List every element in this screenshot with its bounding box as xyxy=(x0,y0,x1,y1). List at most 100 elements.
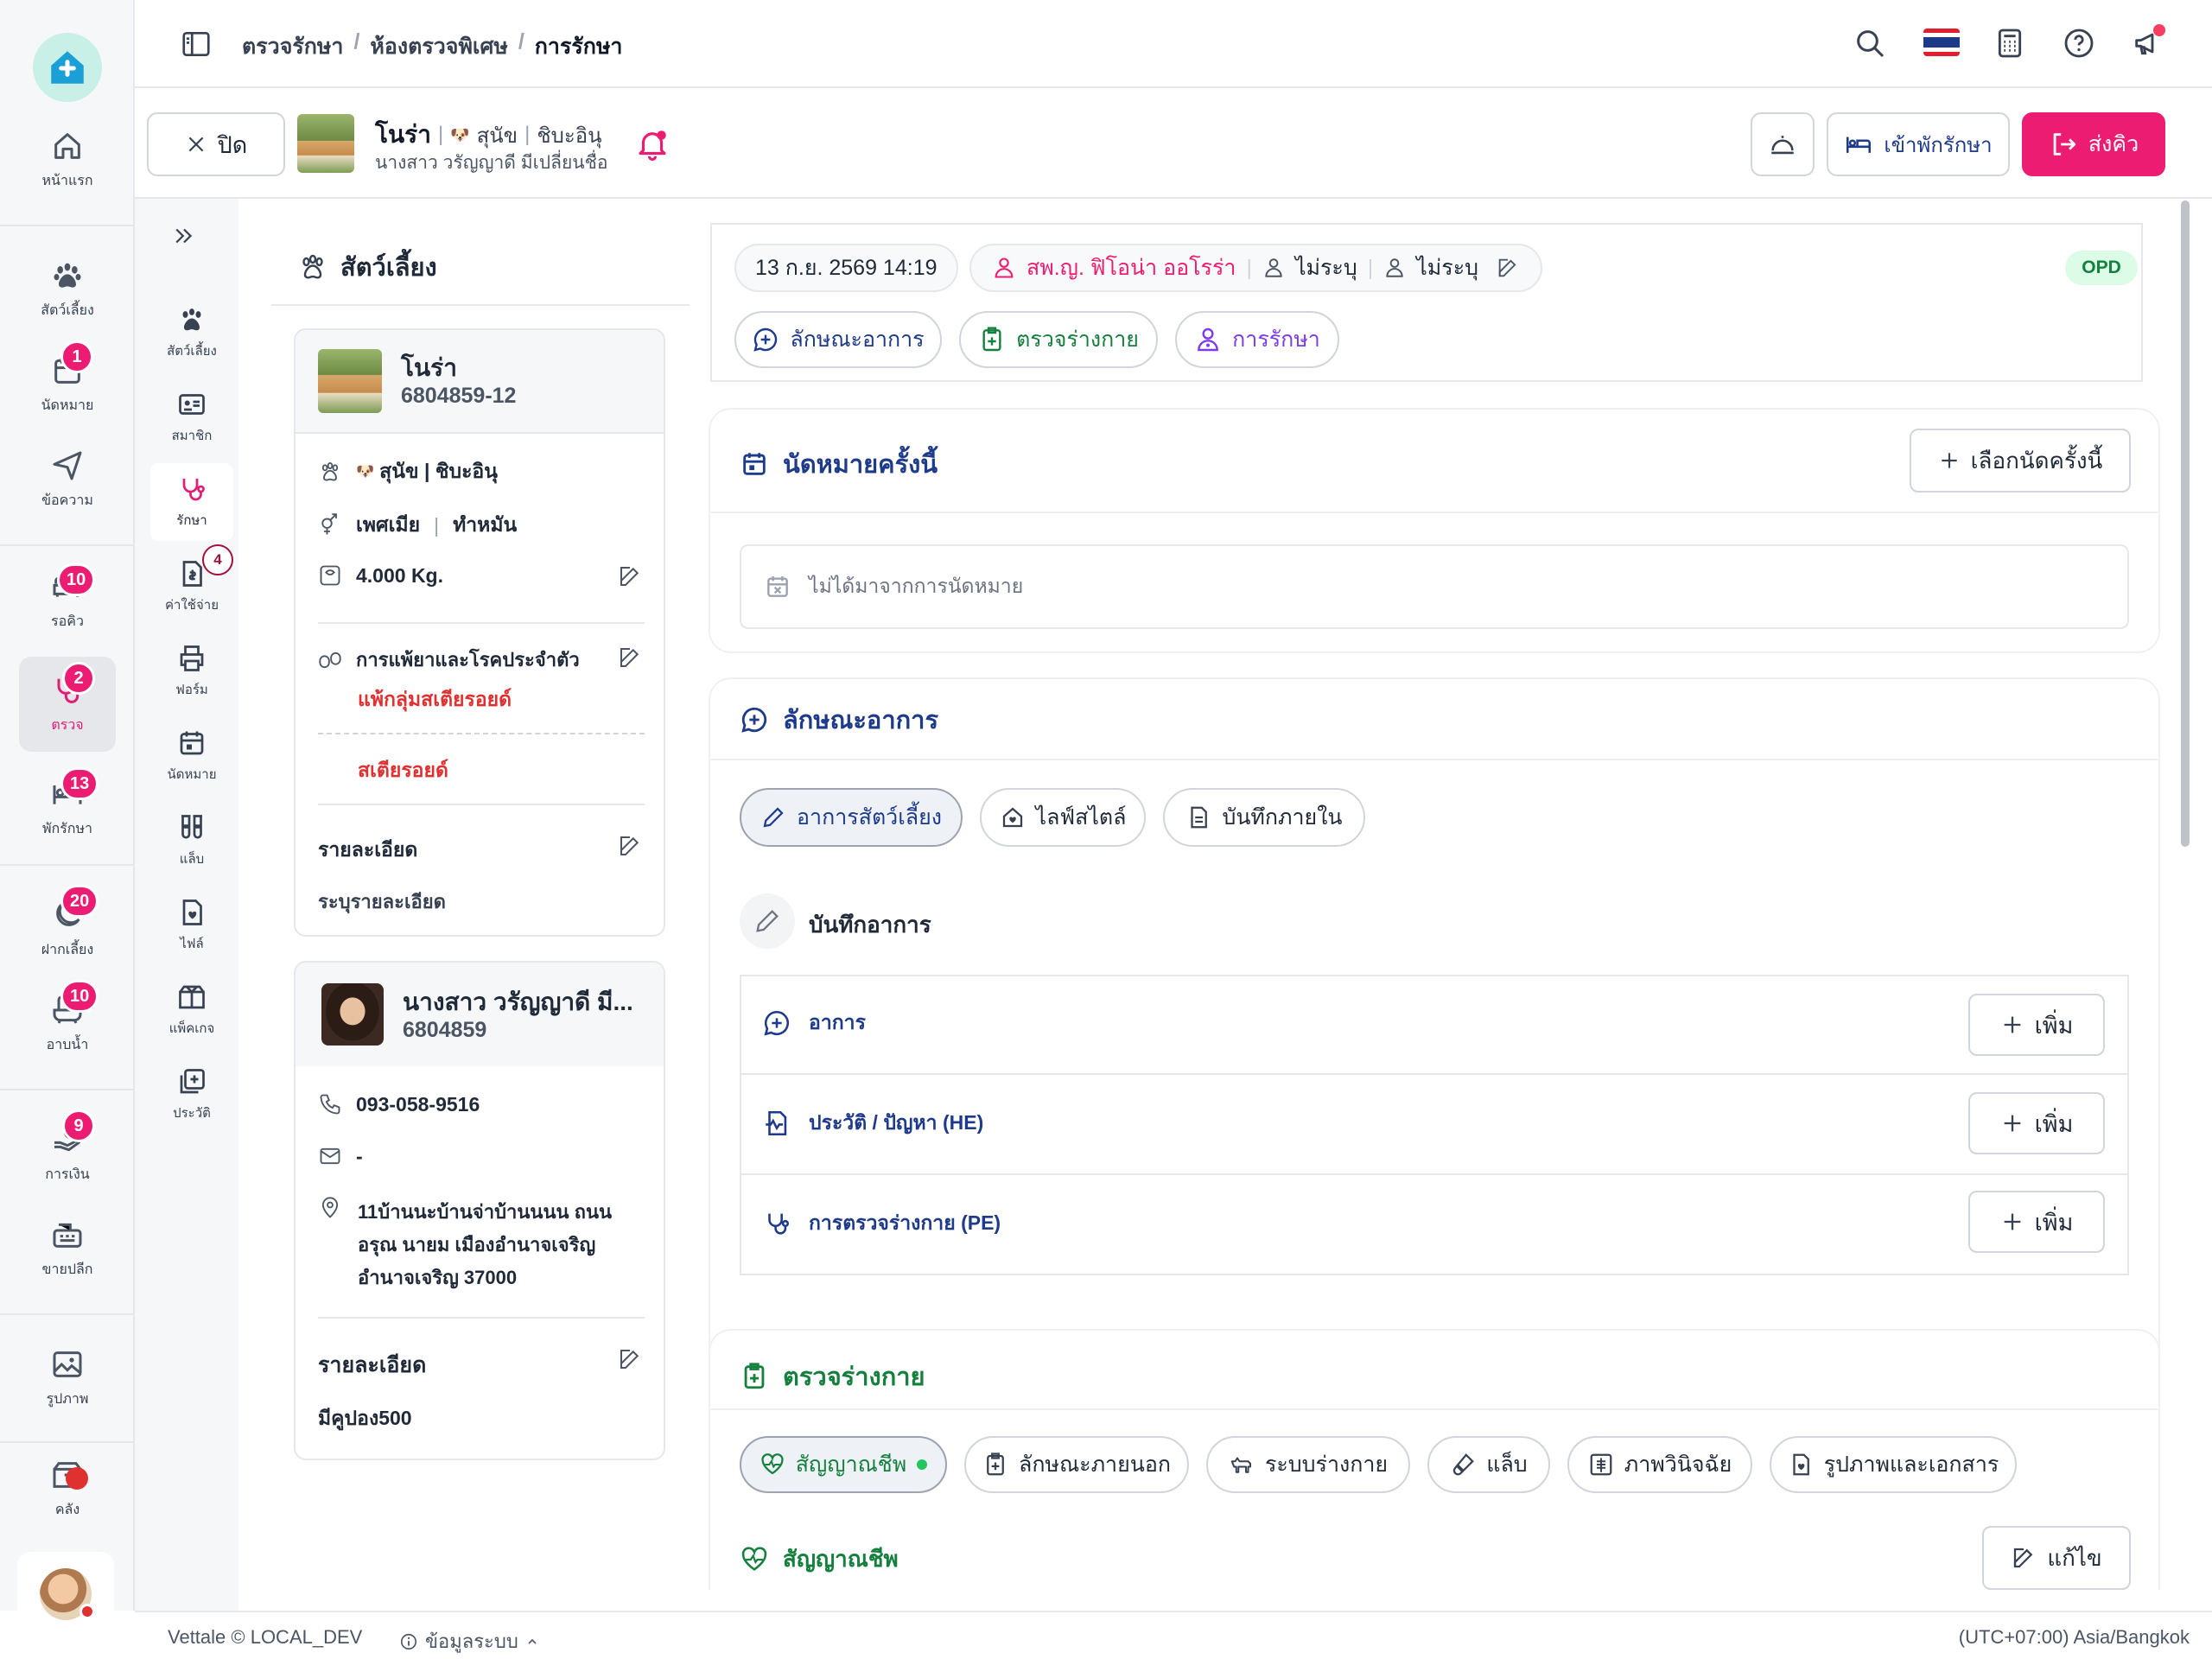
rail-item-retail[interactable]: ขายปลีก xyxy=(0,1201,135,1296)
subnav-label: ฟอร์ม xyxy=(175,683,208,697)
rail-label: ตรวจ xyxy=(51,717,84,733)
info-icon xyxy=(400,1633,417,1649)
edit-detail-icon[interactable] xyxy=(617,833,643,859)
rail-item-home[interactable]: หน้าแรก xyxy=(0,112,135,207)
announcement-icon[interactable] xyxy=(2131,24,2165,60)
subnav-lab[interactable]: แล็บ xyxy=(150,802,233,880)
exam-title: ตรวจร่างกาย xyxy=(740,1357,925,1396)
scale-icon xyxy=(320,565,340,586)
close-icon xyxy=(188,137,204,152)
owner-info-card: นางสาว วรัญญาดี มี... 6804859 093-058-95… xyxy=(294,961,665,1460)
tab-pet-symptoms[interactable]: อาการสัตว์เลี้ยง xyxy=(740,788,963,847)
calculator-icon[interactable] xyxy=(1993,26,2027,60)
pet-panel-title-text: สัตว์เลี้ยง xyxy=(340,254,437,282)
edit-icon xyxy=(1498,258,1516,277)
system-info-toggle[interactable]: ข้อมูลระบบ xyxy=(399,1626,539,1656)
breadcrumb-item[interactable]: ห้องตรวจพิเศษ xyxy=(370,29,507,64)
user-avatar[interactable] xyxy=(17,1552,114,1637)
clipboard-plus-icon xyxy=(982,327,1001,352)
rail-item-inventory[interactable]: คลัง xyxy=(0,1443,135,1535)
tab-images-docs[interactable]: รูปภาพและเอกสาร xyxy=(1770,1436,2017,1493)
vital-signs-title-text: สัญญาณชีพ xyxy=(783,1546,899,1572)
rail-item-queue[interactable]: รอคิว 10 xyxy=(0,553,135,648)
heart-pulse-icon xyxy=(761,1453,784,1475)
plus-icon xyxy=(2004,1213,2020,1230)
edit-icon xyxy=(2014,1548,2033,1568)
image-icon xyxy=(53,1351,82,1377)
subnav-packages[interactable]: แพ็คเกจ xyxy=(150,971,233,1049)
add-history-button[interactable]: เพิ่ม xyxy=(1968,1092,2105,1154)
record-sub-nav: สัตว์เลี้ยง สมาชิก รักษา ค่าใช้จ่าย 4 ฟอ… xyxy=(135,199,238,1611)
tab-label: ระบบร่างกาย xyxy=(1264,1452,1389,1477)
assistant-2: ไม่ระบุ xyxy=(1416,256,1479,280)
edit-owner-detail-icon[interactable] xyxy=(617,1346,643,1372)
pill-label: ตรวจร่างกาย xyxy=(1016,327,1139,352)
rail-item-images[interactable]: รูปภาพ xyxy=(0,1331,135,1426)
edit-allergy-icon[interactable] xyxy=(617,645,643,671)
rail-item-boarding[interactable]: ฝากเลี้ยง 20 xyxy=(0,881,135,976)
service-bell-button[interactable] xyxy=(1751,112,1815,176)
tab-internal-notes[interactable]: บันทึกภายใน xyxy=(1163,788,1365,847)
add-symptom-button[interactable]: เพิ่ม xyxy=(1968,994,2105,1056)
badge-count: 9 xyxy=(62,1109,95,1142)
app-logo[interactable] xyxy=(33,33,102,102)
physical-exam-section: ตรวจร่างกาย สัญญาณชีพ ลักษณะภายนอก ระบบร… xyxy=(709,1329,2160,1590)
subnav-pets[interactable]: สัตว์เลี้ยง xyxy=(150,294,233,372)
rail-item-exam[interactable]: ตรวจ 2 xyxy=(19,657,116,752)
badge-count: 4 xyxy=(202,544,233,575)
owner-phone[interactable]: 093-058-9516 xyxy=(356,1093,480,1116)
stethoscope-icon xyxy=(182,479,205,501)
subnav-label: ประวัติ xyxy=(173,1106,211,1121)
subnav-history[interactable]: ประวัติ xyxy=(150,1056,233,1134)
rail-item-finance[interactable]: การเงิน 9 xyxy=(0,1106,135,1201)
visit-staff[interactable]: สพ.ญ. ฟิโอน่า ออโรร่า | ไม่ระบุ | ไม่ระบ… xyxy=(969,244,1543,292)
help-icon[interactable] xyxy=(2062,26,2096,60)
visit-datetime[interactable]: 13 ก.ย. 2569 14:19 xyxy=(734,244,958,292)
sidebar-toggle-icon[interactable] xyxy=(180,28,213,60)
search-icon[interactable] xyxy=(1853,26,1887,60)
paw-icon xyxy=(321,462,339,481)
jump-treatment-button[interactable]: การรักษา xyxy=(1175,311,1339,368)
edit-weight-icon[interactable] xyxy=(617,563,643,589)
symptom-record-list: อาการ เพิ่ม ประวัติ / ปัญหา (HE) เพิ่ม ก… xyxy=(740,975,2129,1275)
breadcrumb-item[interactable]: ตรวจรักษา xyxy=(242,29,343,64)
tab-imaging[interactable]: ภาพวินิจฉัย xyxy=(1567,1436,1752,1493)
subnav-treatment[interactable]: รักษา xyxy=(150,463,233,541)
subnav-member[interactable]: สมาชิก xyxy=(150,378,233,456)
main-scrollbar[interactable] xyxy=(2181,200,2190,847)
patient-bar: ปิด โนร่า | 🐶 สุนัข | ชิบะอินุ นางสาว วร… xyxy=(135,88,2212,199)
tab-lifestyle[interactable]: ไลฟ์สไตล์ xyxy=(980,788,1146,847)
rail-label: ขายปลีก xyxy=(41,1262,93,1277)
dog-body-icon xyxy=(1230,1457,1251,1473)
rail-label: การเงิน xyxy=(45,1166,90,1182)
rail-item-pets[interactable]: สัตว์เลี้ยง xyxy=(0,242,135,337)
alert-bell-icon[interactable] xyxy=(634,126,671,162)
edit-vitals-button[interactable]: แก้ไข xyxy=(1982,1526,2131,1590)
send-queue-button[interactable]: ส่งคิว xyxy=(2022,112,2165,176)
tab-appearance[interactable]: ลักษณะภายนอก xyxy=(964,1436,1189,1493)
rail-label: อาบน้ำ xyxy=(46,1037,89,1052)
jump-exam-button[interactable]: ตรวจร่างกาย xyxy=(959,311,1158,368)
rail-item-appointments[interactable]: นัดหมาย 1 xyxy=(0,337,135,432)
badge-count: 2 xyxy=(62,662,95,695)
thai-flag-icon[interactable] xyxy=(1923,29,1960,56)
tab-lab[interactable]: แล็บ xyxy=(1427,1436,1550,1493)
subnav-files[interactable]: ไฟล์ xyxy=(150,887,233,964)
tab-body-systems[interactable]: ระบบร่างกาย xyxy=(1206,1436,1410,1493)
tab-vital-signs[interactable]: สัญญาณชีพ xyxy=(740,1436,947,1493)
expand-chevrons-icon[interactable] xyxy=(171,223,197,249)
rail-item-messages[interactable]: ข้อความ xyxy=(0,432,135,527)
chat-plus-icon xyxy=(741,707,767,733)
select-appointment-button[interactable]: เลือกนัดครั้งนี้ xyxy=(1910,429,2131,493)
subnav-expenses[interactable]: ค่าใช้จ่าย 4 xyxy=(150,544,233,626)
jump-symptoms-button[interactable]: ลักษณะอาการ xyxy=(734,311,942,368)
rail-item-ward[interactable]: พักรักษา 13 xyxy=(0,760,135,855)
close-button[interactable]: ปิด xyxy=(147,112,285,176)
rail-item-grooming[interactable]: อาบน้ำ 10 xyxy=(0,976,135,1071)
subnav-appointments[interactable]: นัดหมาย xyxy=(150,717,233,795)
add-pe-button[interactable]: เพิ่ม xyxy=(1968,1191,2105,1253)
home-icon xyxy=(54,132,80,159)
subnav-forms[interactable]: ฟอร์ม xyxy=(150,632,233,710)
plus-icon xyxy=(2004,1016,2020,1033)
admit-button[interactable]: เข้าพักรักษา xyxy=(1827,112,2010,176)
